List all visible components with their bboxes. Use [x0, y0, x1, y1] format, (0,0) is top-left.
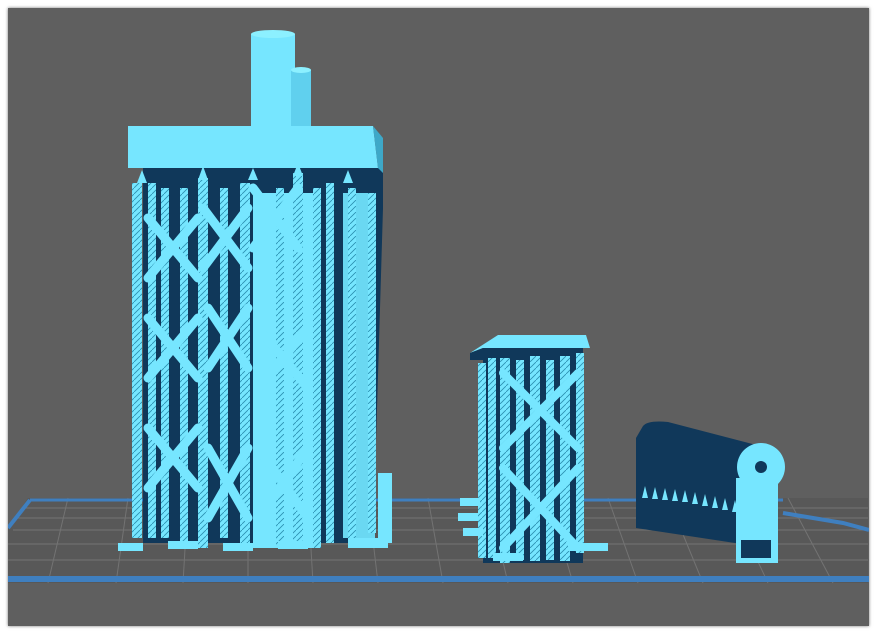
viewport[interactable]: [8, 8, 869, 626]
scene-canvas[interactable]: [8, 8, 869, 626]
model-tall-part[interactable]: [118, 30, 392, 551]
